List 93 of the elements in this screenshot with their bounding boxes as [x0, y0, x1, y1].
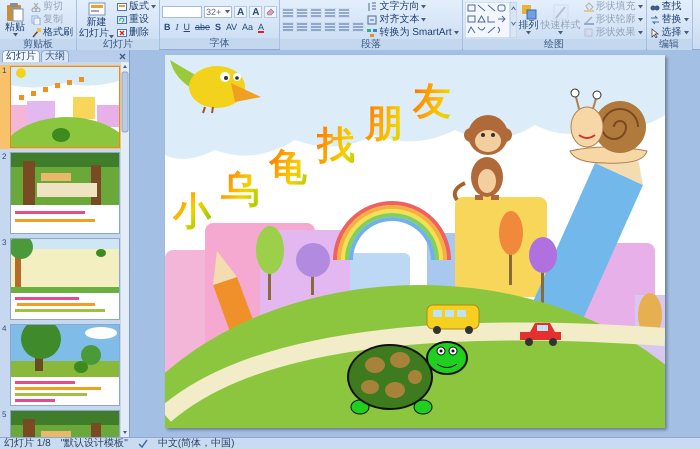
- character-spacing-button[interactable]: AV: [224, 20, 239, 32]
- theme-name: "默认设计模板": [60, 438, 128, 449]
- font-color-button[interactable]: A: [256, 20, 266, 32]
- binoculars-button[interactable]: 查找: [648, 0, 690, 13]
- line-spacing-icon: [338, 8, 350, 18]
- caret-icon: [151, 4, 156, 8]
- caret-icon: [558, 31, 564, 35]
- align-text-icon: [367, 14, 378, 24]
- slide-thumbnail[interactable]: [10, 324, 120, 406]
- caret-icon: [684, 30, 689, 34]
- copy-icon: [31, 14, 41, 24]
- shadow-button[interactable]: S: [213, 20, 224, 32]
- pane-tab[interactable]: 幻灯片: [2, 50, 40, 62]
- underline-button[interactable]: U: [182, 20, 192, 32]
- delete-button[interactable]: 删除: [116, 26, 157, 39]
- group-label: 幻灯片: [77, 39, 159, 50]
- caret-icon: [638, 30, 643, 34]
- caret-icon: [421, 4, 426, 8]
- delete-icon: [117, 28, 127, 38]
- align-text-button[interactable]: 对齐文本: [366, 13, 460, 26]
- group-label: 绘图: [462, 39, 646, 50]
- caret-icon: [684, 18, 689, 22]
- paintbrush-icon: [31, 28, 41, 38]
- slide-title: 小乌龟找朋友: [173, 79, 451, 233]
- scissors-icon: [31, 2, 41, 12]
- eraser-icon: [266, 7, 276, 16]
- arrange-icon: [520, 4, 537, 20]
- slide-number: 3: [2, 238, 8, 248]
- layout-icon: [117, 2, 127, 12]
- group-label: 段落: [280, 39, 462, 50]
- paste-button[interactable]: 粘贴: [2, 2, 28, 37]
- slide-position: 幻灯片 1/8: [4, 438, 51, 449]
- shapes-gallery: [464, 2, 517, 38]
- clipboard-icon: [6, 2, 24, 22]
- paint-bucket-icon: [584, 2, 594, 12]
- cursor-button[interactable]: 选择: [648, 26, 690, 39]
- caret-icon: [638, 18, 643, 22]
- smartart-icon: [367, 28, 378, 38]
- pane-tab[interactable]: 大纲: [41, 50, 69, 62]
- justify-icon: [324, 22, 336, 32]
- grow-font-button[interactable]: A: [234, 6, 248, 18]
- increase-indent-icon: [324, 8, 336, 18]
- shrink-font-button[interactable]: A: [249, 6, 262, 18]
- replace-icon: [650, 14, 660, 24]
- align-right-icon: [310, 22, 322, 32]
- reset-icon: [117, 14, 127, 24]
- slide-thumbnail[interactable]: [10, 66, 120, 148]
- caret-icon: [638, 4, 643, 8]
- slide-number: 4: [2, 324, 8, 334]
- caret-icon: [454, 30, 459, 34]
- cursor-icon: [650, 28, 660, 38]
- slide-number: 5: [2, 410, 8, 420]
- spellcheck-icon: [138, 439, 148, 448]
- distributed-icon: [338, 22, 350, 32]
- smartart-button[interactable]: 转换为 SmartArt: [366, 26, 460, 39]
- reset-button[interactable]: 重设: [116, 13, 157, 26]
- strikethrough-button[interactable]: abe: [193, 20, 212, 32]
- new-slide-button[interactable]: 新建 幻灯片: [79, 0, 114, 38]
- slide-number: 1: [2, 66, 8, 76]
- brush-icon: [552, 4, 569, 20]
- italic-button[interactable]: I: [174, 20, 180, 32]
- replace-button[interactable]: 替换: [648, 13, 690, 26]
- caret-icon: [12, 33, 18, 37]
- arrange-button[interactable]: 排列: [518, 4, 539, 35]
- text-direction-icon: [367, 2, 378, 12]
- bullets-icon: [282, 8, 294, 18]
- paintbrush-button[interactable]: 格式刷: [30, 26, 74, 39]
- group-label: 剪贴板: [0, 39, 76, 50]
- layout-button[interactable]: 版式: [116, 0, 157, 13]
- shape-effects-icon: [584, 28, 594, 38]
- numbering-icon: [296, 8, 308, 18]
- caret-icon: [526, 31, 532, 35]
- slide-thumbnail[interactable]: [10, 152, 120, 234]
- change-case-button[interactable]: Aa: [240, 20, 255, 32]
- caret-icon: [225, 10, 230, 14]
- group-label: 字体: [160, 38, 280, 49]
- slide-icon: [88, 0, 106, 16]
- group-label: 编辑: [646, 39, 692, 50]
- close-icon: [119, 52, 126, 60]
- align-center-icon: [296, 22, 308, 32]
- slide-thumbnail[interactable]: [10, 238, 120, 320]
- columns-icon: [352, 22, 364, 32]
- clear-formatting-button[interactable]: [264, 6, 278, 18]
- font-size-field[interactable]: 32+: [204, 6, 232, 18]
- text-direction-button[interactable]: 文字方向: [366, 0, 460, 13]
- pen-icon: [584, 14, 594, 24]
- align-left-icon: [282, 22, 294, 32]
- font-name-field[interactable]: [162, 6, 202, 18]
- bold-button[interactable]: B: [162, 20, 172, 32]
- language: 中文(简体，中国): [158, 438, 234, 449]
- slide-number: 2: [2, 152, 8, 162]
- decrease-indent-icon: [310, 8, 322, 18]
- caret-icon: [421, 18, 426, 22]
